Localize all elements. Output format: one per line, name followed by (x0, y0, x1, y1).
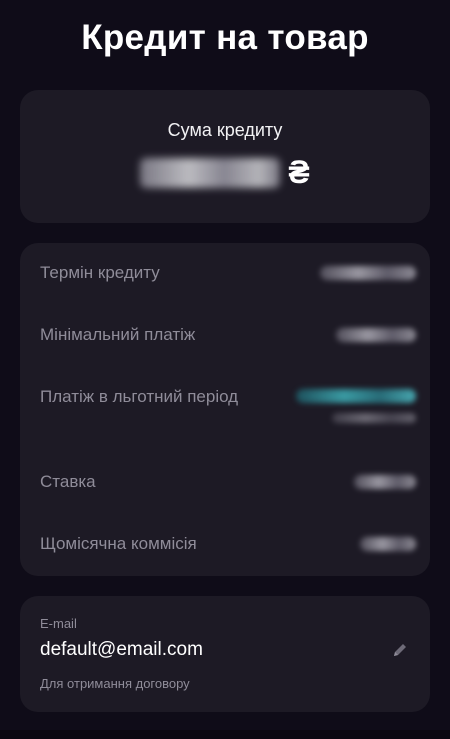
detail-row-min-payment: Мінімальний платіж (40, 323, 416, 347)
pencil-icon[interactable] (390, 640, 410, 660)
email-field[interactable]: default@email.com (40, 639, 203, 661)
currency-symbol: ₴ (288, 154, 310, 190)
email-label: E-mail (40, 616, 77, 631)
detail-value-monthly-fee-blurred (360, 537, 416, 551)
credit-amount-label: Сума кредиту (167, 120, 283, 140)
credit-amount-value-blurred (140, 157, 281, 188)
detail-value-grace-payment (296, 389, 416, 423)
detail-row-rate: Ставка (40, 470, 416, 494)
bottom-strip (0, 730, 450, 739)
email-hint: Для отримання договору (40, 676, 190, 691)
detail-label-min-payment: Мінімальний платіж (40, 325, 196, 344)
detail-label-rate: Ставка (40, 472, 96, 491)
credit-amount-card: Сума кредиту ₴ (20, 90, 430, 223)
detail-label-monthly-fee: Щомісячна коммісія (40, 534, 197, 553)
detail-row-term: Термін кредиту (40, 261, 416, 285)
detail-value-grace-primary-blurred (296, 389, 416, 403)
credit-amount-row: ₴ (20, 154, 430, 191)
detail-label-grace-payment: Платіж в льготний період (40, 387, 239, 406)
detail-value-term-blurred (320, 266, 416, 280)
credit-details-card: Термін кредиту Мінімальний платіж Платіж… (20, 243, 430, 576)
detail-label-term: Термін кредиту (40, 263, 160, 282)
detail-value-rate-blurred (354, 475, 416, 489)
detail-value-min-payment-blurred (336, 328, 416, 342)
page-title: Кредит на товар (81, 18, 369, 57)
detail-value-grace-secondary-blurred (332, 413, 416, 423)
detail-row-grace-payment: Платіж в льготний період (40, 385, 416, 423)
detail-row-monthly-fee: Щомісячна коммісія (40, 532, 416, 556)
email-card[interactable]: E-mail default@email.com Для отримання д… (20, 596, 430, 712)
